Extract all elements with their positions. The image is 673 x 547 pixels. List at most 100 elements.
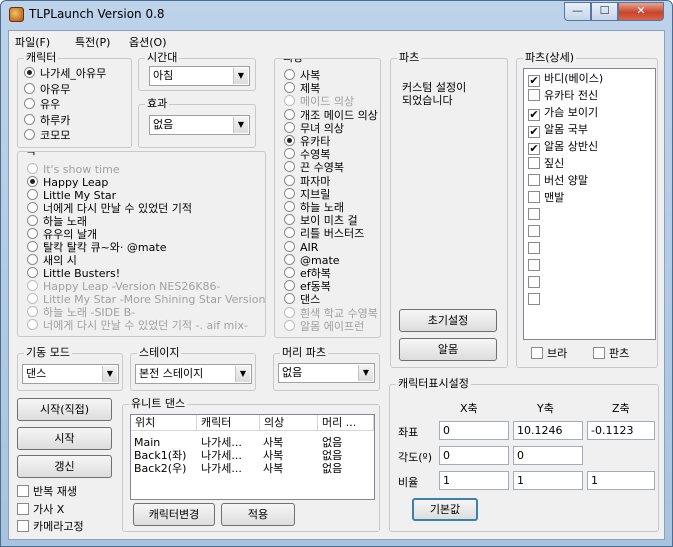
costume-option[interactable]: ef하복 xyxy=(284,267,331,281)
effect-select[interactable]: 없음 ▼ xyxy=(149,115,250,135)
parts-detail-item[interactable] xyxy=(528,208,544,222)
chevron-down-icon[interactable]: ▼ xyxy=(102,366,117,382)
radio-button[interactable] xyxy=(27,163,38,174)
scale-x-input[interactable]: 1 xyxy=(439,471,509,490)
menu-options[interactable]: 옵션(O) xyxy=(129,34,166,50)
song-option[interactable]: 새의 시 xyxy=(27,254,77,268)
column-header-position[interactable]: 위치 xyxy=(131,415,197,431)
radio-button[interactable] xyxy=(27,267,38,278)
parts-detail-item[interactable]: 버선 양말 xyxy=(528,174,588,188)
angle-x-input[interactable]: 0 xyxy=(439,446,509,465)
checkbox-empty[interactable] xyxy=(528,174,540,186)
checkmark-icon[interactable]: ✔ xyxy=(528,126,540,138)
radio-button[interactable] xyxy=(284,267,295,278)
checkbox-empty[interactable] xyxy=(528,293,540,305)
position-x-input[interactable]: 0 xyxy=(439,421,509,440)
song-option[interactable]: Happy Leap -Version NES26K86- xyxy=(27,280,221,294)
radio-button[interactable] xyxy=(27,176,38,187)
radio-button[interactable] xyxy=(24,67,35,78)
radio-button[interactable] xyxy=(27,241,38,252)
camera-fixed-checkbox[interactable]: 카메라고정 xyxy=(17,520,84,534)
checkmark-icon[interactable]: ✔ xyxy=(528,109,540,121)
parts-detail-item[interactable] xyxy=(528,225,544,239)
nude-button[interactable]: 알몸 xyxy=(399,338,497,361)
parts-detail-list[interactable]: ✔ 바디(베이스) 유카타 전신 ✔ 가슴 보이기 ✔ 알몸 국부 ✔ 알몸 상반신 짚신 버선 양… xyxy=(523,68,656,340)
start-button[interactable]: 시작 xyxy=(17,427,112,450)
checkbox-empty[interactable] xyxy=(528,242,540,254)
character-option[interactable]: 코모모 xyxy=(24,129,70,143)
checkmark-icon[interactable]: ✔ xyxy=(528,143,540,155)
parts-detail-item[interactable]: 맨발 xyxy=(528,191,564,205)
refresh-button[interactable]: 갱신 xyxy=(17,455,112,478)
repeat-checkbox[interactable]: 반복 재생 xyxy=(17,485,77,499)
parts-detail-item[interactable]: 유카타 전신 xyxy=(528,89,598,103)
costume-option[interactable]: 댄스 xyxy=(284,293,320,307)
angle-y-input[interactable]: 0 xyxy=(513,446,583,465)
costume-option[interactable]: 수영복 xyxy=(284,148,330,162)
radio-button[interactable] xyxy=(284,121,295,133)
song-option[interactable]: It's show time xyxy=(27,163,120,177)
costume-option[interactable]: 개조 메이드 의상 xyxy=(284,108,378,123)
parts-detail-item[interactable]: ✔ 가슴 보이기 xyxy=(528,106,598,121)
costume-option[interactable]: 파자마 xyxy=(284,174,330,189)
radio-button[interactable] xyxy=(284,174,295,186)
scale-z-input[interactable]: 1 xyxy=(587,471,655,490)
panties-checkbox[interactable]: 판츠 xyxy=(593,347,629,361)
checkbox-empty[interactable] xyxy=(528,208,540,220)
costume-option[interactable]: 알몸 에이프런 xyxy=(284,319,364,334)
lyrics-checkbox[interactable]: 가사 X xyxy=(17,503,64,517)
radio-button[interactable] xyxy=(284,280,295,292)
radio-button[interactable] xyxy=(284,253,295,265)
table-cell[interactable]: Back1(좌) xyxy=(134,449,186,462)
change-character-button[interactable]: 캐릭터변경 xyxy=(133,503,215,526)
apply-button[interactable]: 적용 xyxy=(221,503,295,526)
costume-option[interactable]: 지브릴 xyxy=(284,187,330,202)
costume-option[interactable]: 사복 xyxy=(284,69,320,83)
stage-select[interactable]: 본전 스테이지 ▼ xyxy=(135,364,252,384)
start-direct-button[interactable]: 시작(직접) xyxy=(17,398,112,421)
radio-button[interactable] xyxy=(27,202,38,213)
chevron-down-icon[interactable]: ▼ xyxy=(235,366,250,382)
radio-button[interactable] xyxy=(284,161,295,173)
costume-option[interactable]: 끈 수영복 xyxy=(284,161,344,175)
title-bar[interactable]: TLPLaunch Version 0.8 — ☐ ✕ xyxy=(1,1,672,29)
song-option[interactable]: 너에게 다시 만날 수 있었던 기적 xyxy=(27,202,192,216)
costume-option[interactable]: 메이드 의상 xyxy=(284,95,354,109)
costume-option[interactable]: AIR xyxy=(284,240,318,255)
default-values-button[interactable]: 기본값 xyxy=(412,498,478,521)
minimize-button[interactable]: — xyxy=(564,2,591,21)
chevron-down-icon[interactable]: ▼ xyxy=(233,117,248,133)
character-option[interactable]: 하루카 xyxy=(24,113,70,128)
position-z-input[interactable]: -0.1123 xyxy=(587,421,655,440)
song-option[interactable]: 너에게 다시 만날 수 있었던 기적 -. aif mix- xyxy=(27,319,248,333)
radio-button[interactable] xyxy=(27,319,38,330)
radio-button[interactable] xyxy=(27,254,38,265)
radio-button[interactable] xyxy=(284,306,295,318)
parts-detail-item[interactable]: 짚신 xyxy=(528,157,564,171)
song-option[interactable]: 탈칵 탈칵 큐~와· @mate xyxy=(27,241,166,255)
radio-button[interactable] xyxy=(24,129,35,140)
bra-checkbox[interactable]: 브라 xyxy=(531,347,567,361)
song-option[interactable]: Little My Star -More Shining Star Versio… xyxy=(27,293,265,307)
costume-option[interactable]: 흰색 학교 수영복 xyxy=(284,306,378,321)
radio-button[interactable] xyxy=(27,215,38,226)
checkbox-empty[interactable] xyxy=(528,89,540,101)
chevron-down-icon[interactable]: ▼ xyxy=(358,365,373,381)
costume-option[interactable]: 리틀 버스터즈 xyxy=(284,227,364,241)
checkmark-icon[interactable]: ✔ xyxy=(528,75,540,87)
character-option[interactable]: 아유무 xyxy=(24,82,70,97)
radio-button[interactable] xyxy=(284,187,295,199)
position-y-input[interactable]: 10.1246 xyxy=(513,421,583,440)
menu-file[interactable]: 파일(F) xyxy=(15,34,50,50)
reset-parts-button[interactable]: 초기설정 xyxy=(399,309,497,332)
radio-button[interactable] xyxy=(284,227,295,239)
radio-button[interactable] xyxy=(24,82,35,94)
song-option[interactable]: 하늘 노래 xyxy=(27,215,87,229)
checkbox-empty[interactable] xyxy=(528,276,540,288)
song-option[interactable]: Happy Leap xyxy=(27,176,108,190)
song-option[interactable]: 유우의 날개 xyxy=(27,228,97,242)
radio-button[interactable] xyxy=(284,148,295,160)
close-button[interactable]: ✕ xyxy=(618,2,664,21)
unit-dance-table[interactable]: 위치 캐릭터 의상 머리 ... Main 나가세... 사복 없음 Back1(좌) 나… xyxy=(130,414,375,500)
song-option[interactable]: 하늘 노래 -SIDE B- xyxy=(27,306,135,320)
